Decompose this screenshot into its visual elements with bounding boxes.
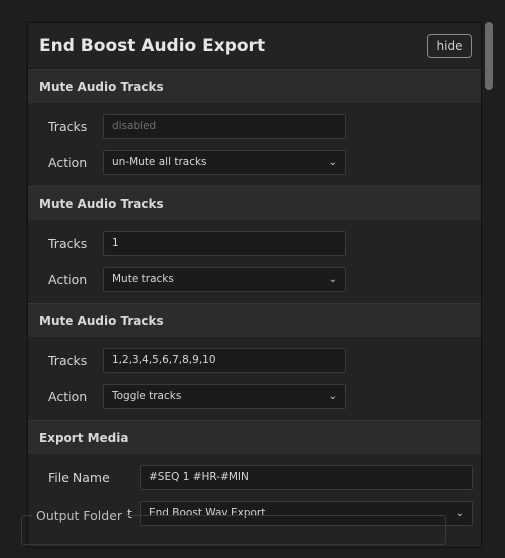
panel-title: End Boost Audio Export <box>39 35 266 56</box>
file-name-input[interactable]: #SEQ 1 #HR-#MIN <box>140 464 473 490</box>
action-select[interactable]: Mute tracks ⌄ <box>103 266 346 292</box>
tracks-label: Tracks <box>48 352 88 368</box>
panel-header: End Boost Audio Export hide <box>28 23 481 69</box>
action-select-value: Mute tracks <box>112 273 174 285</box>
chevron-down-icon: ⌄ <box>328 390 337 402</box>
action-label: Action <box>48 388 88 404</box>
output-folder-legend: Output Folder <box>32 508 127 523</box>
section-header-mute-audio-tracks-2[interactable]: Mute Audio Tracks <box>28 186 481 220</box>
file-name-row: File Name #SEQ 1 #HR-#MIN <box>28 459 481 495</box>
section-header-mute-audio-tracks-1[interactable]: Mute Audio Tracks <box>28 69 481 103</box>
action-row: Action Mute tracks ⌄ <box>28 261 481 297</box>
hide-button[interactable]: hide <box>427 33 472 58</box>
file-name-label: File Name <box>48 469 110 485</box>
tracks-label: Tracks <box>48 118 88 134</box>
action-label: Action <box>48 271 88 287</box>
section-body-mute-audio-tracks-2: Tracks 1 Action Mute tracks ⌄ <box>28 220 481 303</box>
section-body-mute-audio-tracks-3: Tracks 1,2,3,4,5,6,7,8,9,10 Action Toggl… <box>28 337 481 420</box>
tracks-row: Tracks disabled <box>28 108 481 144</box>
action-row: Action un-Mute all tracks ⌄ <box>28 144 481 180</box>
action-select[interactable]: un-Mute all tracks ⌄ <box>103 149 346 175</box>
action-row: Action Toggle tracks ⌄ <box>28 378 481 414</box>
action-select-value: un-Mute all tracks <box>112 156 207 168</box>
section-header-export-media[interactable]: Export Media <box>28 420 481 454</box>
chevron-down-icon: ⌄ <box>328 273 337 285</box>
tracks-input[interactable]: disabled <box>103 113 346 139</box>
action-label: Action <box>48 154 88 170</box>
chevron-down-icon: ⌄ <box>455 507 464 519</box>
output-folder-fieldset: Output Folder <box>21 508 446 545</box>
scrollbar-thumb[interactable] <box>485 22 493 90</box>
chevron-down-icon: ⌄ <box>328 156 337 168</box>
tracks-input[interactable]: 1,2,3,4,5,6,7,8,9,10 <box>103 347 346 373</box>
action-select[interactable]: Toggle tracks ⌄ <box>103 383 346 409</box>
section-header-mute-audio-tracks-3[interactable]: Mute Audio Tracks <box>28 303 481 337</box>
tracks-label: Tracks <box>48 235 88 251</box>
section-body-mute-audio-tracks-1: Tracks disabled Action un-Mute all track… <box>28 103 481 186</box>
scrollbar-track[interactable] <box>484 22 494 548</box>
tracks-row: Tracks 1 <box>28 225 481 261</box>
tracks-input[interactable]: 1 <box>103 230 346 256</box>
end-boost-audio-export-panel: End Boost Audio Export hide Mute Audio T… <box>27 22 482 548</box>
action-select-value: Toggle tracks <box>112 390 182 402</box>
tracks-row: Tracks 1,2,3,4,5,6,7,8,9,10 <box>28 342 481 378</box>
